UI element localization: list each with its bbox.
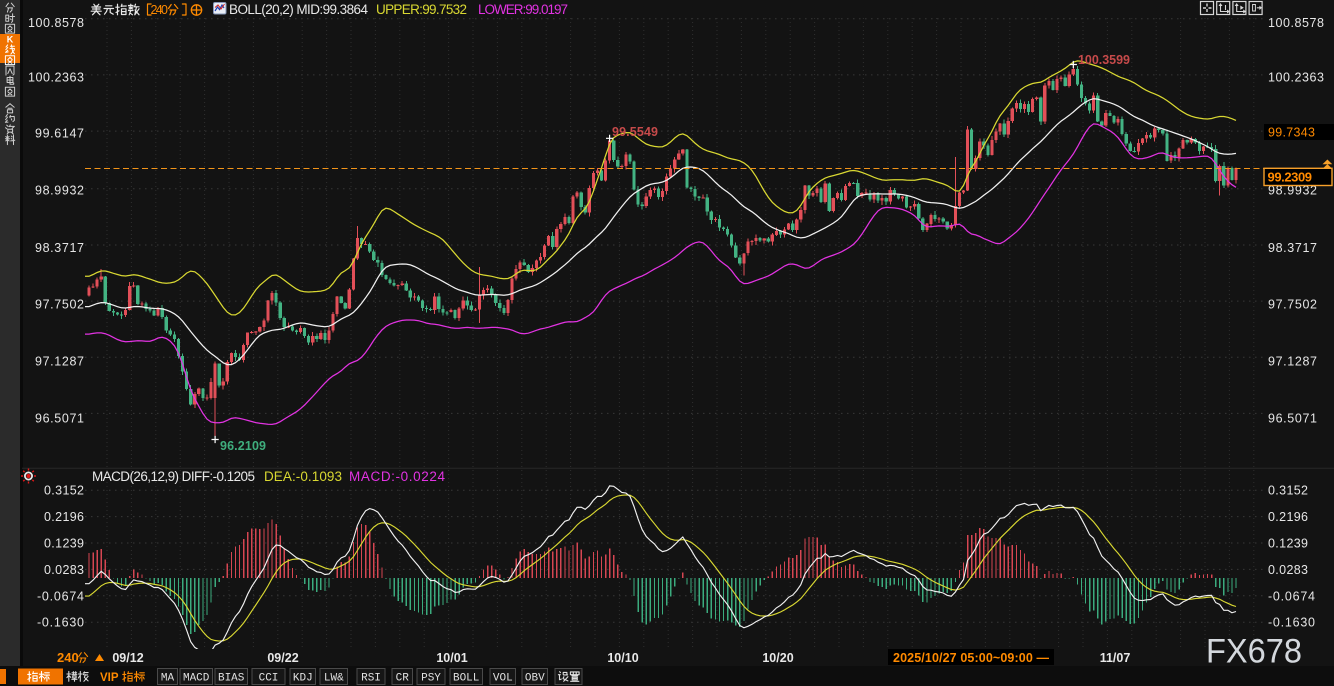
svg-text:-0.0674: -0.0674 bbox=[1268, 589, 1315, 603]
svg-text:99.2309: 99.2309 bbox=[1268, 170, 1313, 185]
svg-text:MACD:-0.0224: MACD:-0.0224 bbox=[349, 469, 445, 484]
svg-text:0.3152: 0.3152 bbox=[44, 484, 84, 498]
svg-text:BOLL(20,2) MID:99.3864: BOLL(20,2) MID:99.3864 bbox=[229, 2, 368, 17]
svg-text:98.9932: 98.9932 bbox=[35, 184, 84, 198]
svg-text:CR: CR bbox=[396, 673, 410, 685]
svg-text:0.2196: 0.2196 bbox=[1268, 510, 1308, 524]
svg-text:96.5071: 96.5071 bbox=[1268, 412, 1317, 426]
svg-text:K: K bbox=[7, 35, 14, 45]
svg-text:100.2363: 100.2363 bbox=[28, 71, 84, 85]
svg-text:10/01: 10/01 bbox=[436, 651, 467, 665]
svg-text:09/12: 09/12 bbox=[112, 651, 143, 665]
svg-text:BOLL: BOLL bbox=[453, 673, 479, 685]
svg-text:VOL: VOL bbox=[493, 673, 513, 685]
svg-text:240: 240 bbox=[57, 650, 79, 665]
svg-text:0.1239: 0.1239 bbox=[1268, 537, 1308, 551]
svg-text:-0.0674: -0.0674 bbox=[37, 589, 84, 603]
svg-text:96.5071: 96.5071 bbox=[35, 412, 84, 426]
svg-text:0.2196: 0.2196 bbox=[44, 510, 84, 524]
svg-text:100.2363: 100.2363 bbox=[1268, 71, 1324, 85]
svg-text:0.1239: 0.1239 bbox=[44, 537, 84, 551]
svg-text:99.7343: 99.7343 bbox=[1268, 126, 1315, 140]
svg-text:MACD(26,12,9) DIFF:-0.1205: MACD(26,12,9) DIFF:-0.1205 bbox=[92, 469, 255, 484]
svg-text:DEA:-0.1093: DEA:-0.1093 bbox=[264, 469, 342, 484]
svg-text:97.7502: 97.7502 bbox=[35, 298, 84, 312]
svg-text:97.1287: 97.1287 bbox=[1268, 355, 1317, 369]
svg-text:MA: MA bbox=[161, 673, 175, 685]
svg-text:UPPER:99.7532: UPPER:99.7532 bbox=[376, 2, 467, 17]
svg-text:09/22: 09/22 bbox=[267, 651, 298, 665]
svg-text:97.1287: 97.1287 bbox=[35, 355, 84, 369]
svg-text:BIAS: BIAS bbox=[218, 673, 245, 685]
svg-text:KDJ: KDJ bbox=[293, 673, 313, 685]
svg-text:OBV: OBV bbox=[525, 673, 545, 685]
svg-text:100.8578: 100.8578 bbox=[1268, 16, 1324, 30]
svg-text:99.6147: 99.6147 bbox=[35, 127, 84, 141]
svg-text:100.3599: 100.3599 bbox=[1078, 53, 1130, 67]
svg-text:97.7502: 97.7502 bbox=[1268, 298, 1317, 312]
svg-text:0.3152: 0.3152 bbox=[1268, 484, 1308, 498]
svg-text:PSY: PSY bbox=[421, 673, 441, 685]
svg-text:RSI: RSI bbox=[361, 673, 381, 685]
svg-text:2025/10/27 05:00~09:00 —: 2025/10/27 05:00~09:00 — bbox=[893, 651, 1050, 665]
svg-text:VIP: VIP bbox=[100, 672, 119, 684]
svg-text:0.0283: 0.0283 bbox=[1268, 563, 1308, 577]
svg-text:CCI: CCI bbox=[259, 673, 279, 685]
svg-text:11/07: 11/07 bbox=[1100, 651, 1131, 665]
svg-text:96.2109: 96.2109 bbox=[220, 439, 266, 453]
svg-text:98.3717: 98.3717 bbox=[1268, 241, 1317, 255]
svg-text:LOWER:99.0197: LOWER:99.0197 bbox=[478, 2, 568, 17]
svg-text:LW&: LW& bbox=[324, 673, 344, 685]
svg-text:98.3717: 98.3717 bbox=[35, 241, 84, 255]
svg-text:-0.1630: -0.1630 bbox=[37, 616, 84, 630]
svg-text:240: 240 bbox=[151, 3, 169, 17]
svg-text:-0.1630: -0.1630 bbox=[1268, 616, 1315, 630]
svg-text:100.8578: 100.8578 bbox=[28, 16, 84, 30]
svg-text:99.5549: 99.5549 bbox=[612, 125, 658, 139]
svg-text:MACD: MACD bbox=[183, 673, 210, 685]
svg-text:FX678: FX678 bbox=[1206, 633, 1302, 671]
svg-text:10/20: 10/20 bbox=[762, 651, 793, 665]
svg-text:0.0283: 0.0283 bbox=[44, 563, 84, 577]
svg-text:10/10: 10/10 bbox=[607, 651, 638, 665]
